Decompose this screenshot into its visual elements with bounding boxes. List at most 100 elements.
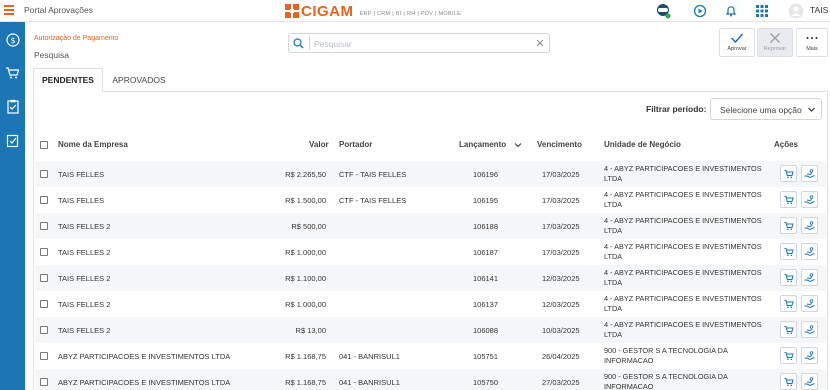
col-header-value[interactable]: Valor <box>309 140 329 149</box>
close-icon <box>770 33 780 43</box>
cell-due: 17/03/2025 <box>542 196 580 205</box>
portal-title: Portal Aprovações <box>24 5 93 15</box>
cell-value: R$ 1.168,75 <box>285 378 326 387</box>
user-name[interactable]: TAIS <box>810 5 828 15</box>
approve-button[interactable]: Aprovar <box>719 28 755 57</box>
avatar[interactable] <box>788 3 804 19</box>
sidebar: $ <box>0 22 25 390</box>
cell-launch: 106088 <box>473 326 499 335</box>
support-icon[interactable] <box>655 3 671 19</box>
row-checkbox[interactable] <box>40 300 48 308</box>
sidebar-item-clipboard[interactable] <box>4 98 21 115</box>
period-select-value: Selecione uma opção <box>720 105 802 115</box>
col-header-due[interactable]: Vencimento <box>537 140 582 149</box>
row-payment-button[interactable] <box>801 321 818 338</box>
play-icon[interactable] <box>692 3 708 19</box>
tab-bar: PENDENTES APROVADOS <box>33 68 828 92</box>
row-cart-button[interactable] <box>780 321 797 338</box>
row-checkbox[interactable] <box>40 352 48 360</box>
approve-label: Aprovar <box>727 46 747 52</box>
row-payment-button[interactable] <box>801 165 818 182</box>
reject-button[interactable]: Reprovar <box>757 28 793 57</box>
cell-launch: 106137 <box>473 300 499 309</box>
cell-launch: 105751 <box>473 352 499 361</box>
row-cart-button[interactable] <box>780 217 797 234</box>
tab-pending[interactable]: PENDENTES <box>33 68 103 92</box>
row-checkbox[interactable] <box>40 248 48 256</box>
cell-launch: 106141 <box>473 274 499 283</box>
sidebar-item-purchases[interactable] <box>4 64 21 81</box>
more-dots-icon <box>806 36 818 40</box>
row-cart-button[interactable] <box>780 295 797 312</box>
row-payment-button[interactable] <box>801 217 818 234</box>
col-header-company[interactable]: Nome da Empresa <box>58 140 128 149</box>
reject-label: Reprovar <box>763 46 787 52</box>
apps-grid-icon[interactable] <box>754 3 770 19</box>
search-icon[interactable] <box>293 38 304 49</box>
select-all-checkbox[interactable] <box>40 141 48 149</box>
col-header-launch[interactable]: Lançamento <box>459 140 506 149</box>
row-cart-button[interactable] <box>780 269 797 286</box>
cart-icon <box>784 247 794 256</box>
cell-value: R$ 1.500,00 <box>285 196 326 205</box>
breadcrumb[interactable]: Autorização de Pagamento <box>34 35 118 42</box>
cell-bearer: CTF - TAIS FELLES <box>339 170 407 179</box>
row-checkbox[interactable] <box>40 170 48 178</box>
cell-company: TAIS FELLES 2 <box>58 300 111 309</box>
menu-icon[interactable] <box>4 5 14 15</box>
cart-icon <box>784 169 794 178</box>
more-button[interactable]: Mais <box>796 28 828 57</box>
logo: CIGAM ERP | CRM | BI | RH | PDV | MOBILE <box>285 2 461 20</box>
row-payment-button[interactable] <box>801 373 818 390</box>
col-header-unit[interactable]: Unidade de Negócio <box>604 140 681 149</box>
cart-icon <box>784 273 794 282</box>
cart-icon <box>784 325 794 334</box>
cell-bearer: 041 - BANRISUL1 <box>339 352 400 361</box>
hand-money-icon <box>804 220 815 230</box>
logo-text: CIGAM <box>301 2 354 20</box>
cell-company: TAIS FELLES <box>58 196 105 205</box>
sidebar-item-approvals[interactable] <box>4 132 21 149</box>
row-cart-button[interactable] <box>780 373 797 390</box>
row-payment-button[interactable] <box>801 295 818 312</box>
sidebar-item-payment[interactable]: $ <box>4 31 21 48</box>
row-checkbox[interactable] <box>40 196 48 204</box>
cell-unit: 4 - ABYZ PARTICIPACOES E INVESTIMENTOS L… <box>604 242 762 261</box>
page-title: Pesquisa <box>34 50 69 60</box>
cell-due: 17/03/2025 <box>542 222 580 231</box>
clear-icon[interactable] <box>535 38 545 48</box>
search-input[interactable] <box>314 36 514 51</box>
row-cart-button[interactable] <box>780 165 797 182</box>
bell-icon[interactable] <box>723 3 739 19</box>
row-cart-button[interactable] <box>780 191 797 208</box>
cell-due: 27/03/2025 <box>542 378 580 387</box>
tab-approved[interactable]: APROVADOS <box>105 68 173 92</box>
cell-value: R$ 1.000,00 <box>285 248 326 257</box>
cell-unit: 900 - GESTOR S A TECNOLOGIA DA INFORMACA… <box>604 346 728 365</box>
row-payment-button[interactable] <box>801 191 818 208</box>
period-select[interactable]: Selecione uma opção <box>710 98 822 120</box>
cell-due: 12/03/2025 <box>542 300 580 309</box>
cart-icon <box>784 221 794 230</box>
row-checkbox[interactable] <box>40 274 48 282</box>
cigam-logo-icon <box>285 4 299 18</box>
cell-unit: 4 - ABYZ PARTICIPACOES E INVESTIMENTOS L… <box>604 320 762 339</box>
row-payment-button[interactable] <box>801 269 818 286</box>
hand-money-icon <box>804 298 815 308</box>
row-payment-button[interactable] <box>801 347 818 364</box>
col-header-bearer[interactable]: Portador <box>339 140 372 149</box>
hand-money-icon <box>804 324 815 334</box>
row-checkbox[interactable] <box>40 326 48 334</box>
row-payment-button[interactable] <box>801 243 818 260</box>
cell-value: R$ 500,00 <box>291 222 326 231</box>
row-cart-button[interactable] <box>780 243 797 260</box>
cart-icon <box>784 299 794 308</box>
cell-unit: 4 - ABYZ PARTICIPACOES E INVESTIMENTOS L… <box>604 164 762 183</box>
row-checkbox[interactable] <box>40 378 48 386</box>
cell-launch: 105750 <box>473 378 499 387</box>
sort-chevron-icon[interactable] <box>514 141 522 149</box>
row-cart-button[interactable] <box>780 347 797 364</box>
cell-unit: 4 - ABYZ PARTICIPACOES E INVESTIMENTOS L… <box>604 190 762 209</box>
cell-due: 17/03/2025 <box>542 170 580 179</box>
row-checkbox[interactable] <box>40 222 48 230</box>
